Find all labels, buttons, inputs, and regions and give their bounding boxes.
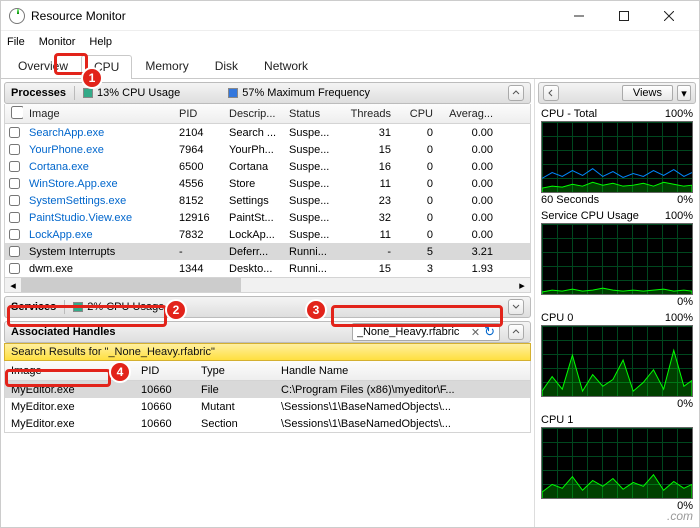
app-icon	[9, 8, 25, 24]
hcol-type[interactable]: Type	[195, 365, 275, 377]
callout-3: 3	[305, 299, 327, 321]
handles-grid: MyEditor.exe10660FileC:\Program Files (x…	[1, 381, 534, 432]
col-threads[interactable]: Threads	[339, 108, 397, 120]
handles-columns: Image PID Type Handle Name	[4, 361, 531, 381]
processes-hscroll[interactable]: ◂ ▸	[4, 277, 531, 293]
graph-canvas	[541, 325, 693, 397]
row-checkbox[interactable]	[9, 178, 20, 189]
graph-pct: 100%	[665, 108, 693, 120]
tab-network[interactable]: Network	[251, 54, 321, 78]
titlebar: Resource Monitor	[1, 1, 699, 31]
search-results-bar: Search Results for "_None_Heavy.rfabric"	[4, 343, 531, 361]
graph-title: CPU 1	[541, 414, 573, 426]
col-status[interactable]: Status	[283, 108, 339, 120]
search-go-icon[interactable]: ↻	[484, 324, 495, 340]
scroll-right-icon[interactable]: ▸	[514, 278, 530, 292]
processes-grid: SearchApp.exe2104Search ...Suspe...3100.…	[4, 124, 531, 277]
collapse-handles-icon[interactable]	[508, 324, 524, 340]
scroll-left-icon[interactable]: ◂	[5, 278, 21, 292]
tab-bar: Overview CPU Memory Disk Network	[1, 53, 699, 79]
table-row[interactable]: dwm.exe1344Deskto...Runni...1531.93	[5, 260, 530, 277]
hcol-pid[interactable]: PID	[135, 365, 195, 377]
table-row[interactable]: YourPhone.exe7964YourPh...Suspe...1500.0…	[5, 141, 530, 158]
handles-empty-area	[4, 432, 531, 433]
watermark: .com	[667, 509, 693, 523]
clear-search-icon[interactable]: ✕	[471, 326, 480, 339]
row-checkbox[interactable]	[9, 195, 20, 206]
graph-block: CPU 0100% 0%	[541, 312, 693, 410]
col-pid[interactable]: PID	[173, 108, 223, 120]
row-checkbox[interactable]	[9, 246, 20, 257]
row-checkbox[interactable]	[9, 229, 20, 240]
table-row[interactable]: MyEditor.exe10660FileC:\Program Files (x…	[4, 381, 531, 398]
maximize-button[interactable]	[601, 2, 646, 30]
col-desc[interactable]: Descrip...	[223, 108, 283, 120]
graph-title: CPU - Total	[541, 108, 597, 120]
row-checkbox[interactable]	[9, 127, 20, 138]
collapse-processes-icon[interactable]	[508, 85, 524, 101]
expand-services-icon[interactable]	[508, 299, 524, 315]
window-title: Resource Monitor	[31, 9, 126, 23]
max-freq-stat: 57% Maximum Frequency	[228, 87, 370, 99]
handles-header[interactable]: Associated Handles ✕ ↻	[4, 321, 531, 343]
close-button[interactable]	[646, 2, 691, 30]
table-row[interactable]: SystemSettings.exe8152SettingsSuspe...23…	[5, 192, 530, 209]
services-cpu-stat: 2% CPU Usage	[73, 301, 164, 313]
tab-disk[interactable]: Disk	[202, 54, 251, 78]
graph-title: CPU 0	[541, 312, 573, 324]
menu-help[interactable]: Help	[89, 36, 112, 48]
row-checkbox[interactable]	[9, 263, 20, 274]
graph-canvas	[541, 223, 693, 295]
graph-pct: 100%	[665, 210, 693, 222]
graph-canvas	[541, 121, 693, 193]
handles-search-field[interactable]: ✕ ↻	[352, 323, 500, 341]
checkbox-col[interactable]	[5, 106, 23, 122]
graph-pct: 100%	[665, 312, 693, 324]
callout-4: 4	[109, 361, 131, 383]
handles-label: Associated Handles	[11, 326, 116, 338]
graph-canvas	[541, 427, 693, 499]
row-checkbox[interactable]	[9, 144, 20, 155]
col-avg[interactable]: Averag...	[439, 108, 499, 120]
row-checkbox[interactable]	[9, 161, 20, 172]
graph-title: Service CPU Usage	[541, 210, 639, 222]
table-row[interactable]: System Interrupts-Deferr...Runni...-53.2…	[5, 243, 530, 260]
callout-2: 2	[165, 299, 187, 321]
table-row[interactable]: LockApp.exe7832LockAp...Suspe...1100.00	[5, 226, 530, 243]
table-row[interactable]: MyEditor.exe10660Section\Sessions\1\Base…	[4, 415, 531, 432]
graphs-sidebar: Views ▾ CPU - Total100% 60 Seconds0%Serv…	[535, 79, 699, 527]
col-cpu[interactable]: CPU	[397, 108, 439, 120]
tab-overview[interactable]: Overview	[5, 54, 81, 78]
table-row[interactable]: WinStore.App.exe4556StoreSuspe...1100.00	[5, 175, 530, 192]
hcol-name[interactable]: Handle Name	[275, 365, 530, 377]
callout-1: 1	[81, 67, 103, 89]
scroll-thumb[interactable]	[21, 278, 241, 292]
minimize-button[interactable]	[556, 2, 601, 30]
col-image[interactable]: Image	[23, 108, 173, 120]
row-checkbox[interactable]	[9, 212, 20, 223]
menubar: File Monitor Help	[1, 31, 699, 53]
views-button[interactable]: Views	[622, 85, 673, 101]
views-dropdown-icon[interactable]: ▾	[677, 85, 691, 101]
table-row[interactable]: PaintStudio.View.exe12916PaintSt...Suspe…	[5, 209, 530, 226]
table-row[interactable]: Cortana.exe6500CortanaSuspe...1600.00	[5, 158, 530, 175]
handles-search-input[interactable]	[357, 326, 467, 338]
expand-graphs-icon[interactable]	[543, 85, 559, 101]
menu-monitor[interactable]: Monitor	[39, 36, 76, 48]
graph-block: CPU - Total100% 60 Seconds0%	[541, 108, 693, 206]
tab-memory[interactable]: Memory	[132, 54, 201, 78]
processes-columns: Image PID Descrip... Status Threads CPU …	[4, 104, 531, 124]
processes-label: Processes	[11, 87, 66, 99]
cpu-usage-stat: 13% CPU Usage	[83, 87, 180, 99]
table-row[interactable]: SearchApp.exe2104Search ...Suspe...3100.…	[5, 124, 530, 141]
graph-block: CPU 1 0%	[541, 414, 693, 512]
services-header[interactable]: Services 2% CPU Usage	[4, 296, 531, 318]
services-label: Services	[11, 301, 56, 313]
menu-file[interactable]: File	[7, 36, 25, 48]
graph-block: Service CPU Usage100% 0%	[541, 210, 693, 308]
table-row[interactable]: MyEditor.exe10660Mutant\Sessions\1\BaseN…	[4, 398, 531, 415]
